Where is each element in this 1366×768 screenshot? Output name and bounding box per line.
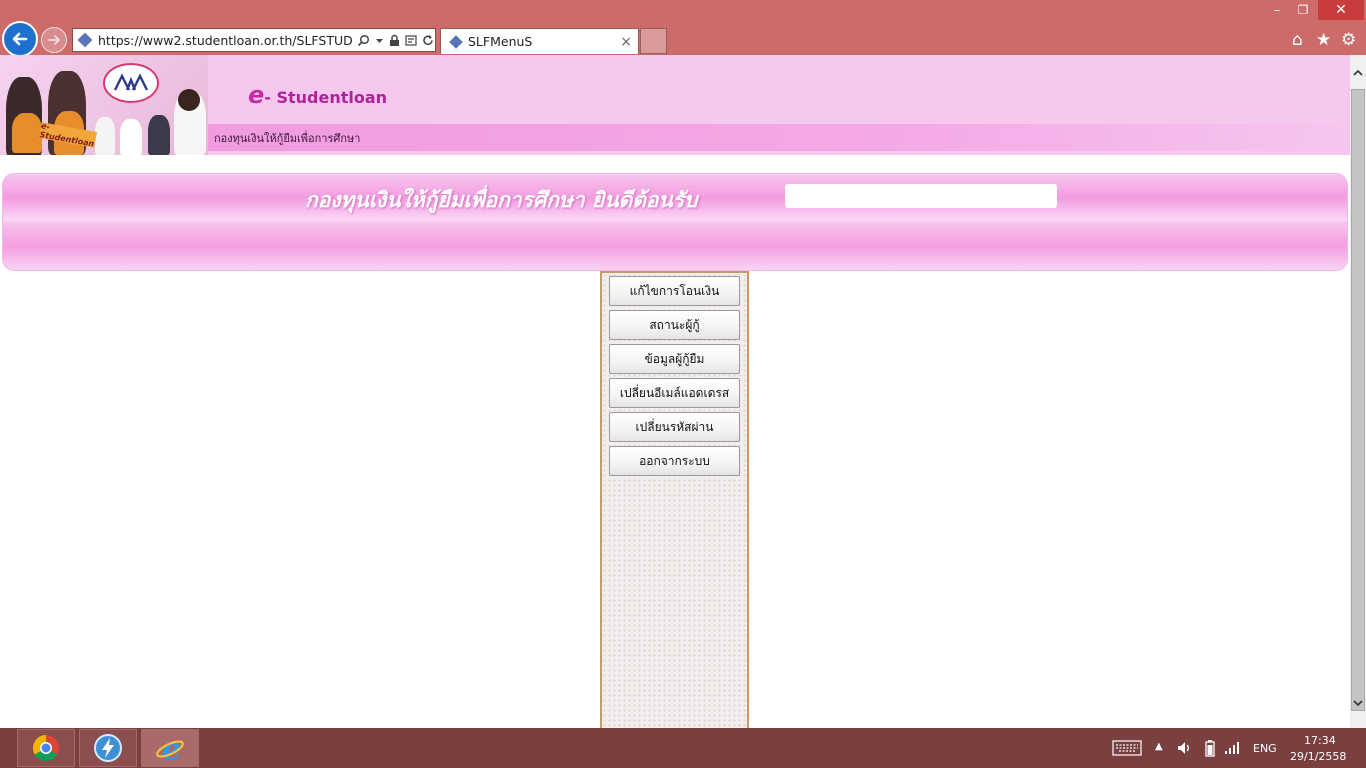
back-arrow-icon: [12, 32, 28, 46]
new-tab-button[interactable]: [640, 28, 667, 54]
student-head: [178, 89, 200, 111]
borrower-info-button[interactable]: ข้อมูลผู้กู้ยืม: [609, 344, 740, 374]
edit-transfer-button[interactable]: แก้ไขการโอนเงิน: [609, 276, 740, 306]
header-band: [205, 124, 1350, 151]
taskbar-chrome-button[interactable]: [17, 729, 75, 767]
site-favicon-icon: [77, 32, 93, 48]
refresh-icon[interactable]: [422, 34, 434, 47]
svg-text:e: e: [162, 733, 181, 763]
windows-taskbar: e ▲ ENG 17:34 29/1/2558: [0, 728, 1366, 768]
scroll-up-icon[interactable]: [1350, 67, 1366, 83]
vertical-scrollbar[interactable]: [1350, 55, 1366, 728]
home-icon[interactable]: ⌂: [1292, 30, 1303, 50]
clock-date[interactable]: 29/1/2558: [1290, 750, 1346, 763]
battery-icon[interactable]: [1205, 739, 1215, 757]
restore-button[interactable]: ❐: [1291, 0, 1315, 20]
scrollbar-thumb[interactable]: [1351, 89, 1365, 711]
close-window-button[interactable]: ✕: [1318, 0, 1364, 20]
tray-expand-icon[interactable]: ▲: [1155, 741, 1163, 752]
tab-slfmenus[interactable]: SLFMenuS ×: [440, 28, 639, 54]
address-bar[interactable]: https://www2.studentloan.or.th/SLFSTUDEN…: [72, 28, 436, 52]
site-subtitle: กองทุนเงินให้กู้ยืมเพื่อการศึกษา: [214, 132, 361, 145]
welcome-text: กองทุนเงินให้กู้ยืมเพื่อการศึกษา ยินดีต้…: [305, 188, 698, 212]
site-title-e: e: [248, 81, 265, 109]
language-indicator[interactable]: ENG: [1253, 742, 1277, 755]
compatibility-view-icon[interactable]: [405, 34, 417, 47]
taskbar-ie-button[interactable]: e: [141, 729, 199, 767]
flash-icon: [94, 734, 122, 762]
logout-button[interactable]: ออกจากระบบ: [609, 446, 740, 476]
tab-close-icon[interactable]: ×: [620, 34, 632, 50]
settings-gear-icon[interactable]: ⚙: [1341, 30, 1356, 50]
keyboard-icon[interactable]: [1112, 740, 1142, 756]
welcome-banner: กองทุนเงินให้กู้ยืมเพื่อการศึกษา ยินดีต้…: [2, 173, 1348, 271]
site-title: e- Studentloan: [248, 81, 387, 109]
slf-logo: [103, 63, 159, 103]
forward-arrow-icon: [48, 35, 61, 45]
forward-button[interactable]: [41, 27, 67, 53]
chrome-icon: [32, 734, 59, 762]
student-figure: [120, 119, 142, 155]
volume-icon[interactable]: [1176, 740, 1192, 756]
clock-time[interactable]: 17:34: [1304, 734, 1336, 747]
student-figure: [95, 117, 115, 155]
redacted-username: [785, 184, 1057, 208]
borrower-status-button[interactable]: สถานะผู้กู้: [609, 310, 740, 340]
student-figure: [148, 115, 170, 155]
change-email-button[interactable]: เปลี่ยนอีเมล์แอดเดรส: [609, 378, 740, 408]
lock-icon[interactable]: [389, 34, 400, 47]
internet-explorer-icon: e: [156, 733, 184, 763]
address-url[interactable]: https://www2.studentloan.or.th/SLFSTUDEN…: [98, 33, 353, 48]
back-button[interactable]: [2, 21, 38, 57]
site-title-rest: - Studentloan: [264, 88, 388, 107]
search-icon[interactable]: [357, 34, 370, 47]
taskbar-flash-button[interactable]: [79, 729, 137, 767]
change-password-button[interactable]: เปลี่ยนรหัสผ่าน: [609, 412, 740, 442]
main-menu: แก้ไขการโอนเงิน สถานะผู้กู้ ข้อมูลผู้กู้…: [600, 271, 749, 728]
dropdown-icon[interactable]: [375, 34, 384, 47]
minimize-button[interactable]: –: [1266, 0, 1288, 20]
tab-favicon-icon: [449, 34, 463, 49]
tab-title: SLFMenuS: [468, 34, 533, 49]
favorites-icon[interactable]: ★: [1316, 30, 1331, 50]
scroll-down-icon[interactable]: [1350, 697, 1366, 713]
header-photo: e-Studentloan: [0, 55, 208, 155]
site-header-banner: e-Studentloan e- Studentloan กองทุนเงินใ…: [0, 55, 1350, 155]
signal-icon[interactable]: [1224, 740, 1240, 756]
slf-logo-icon: [113, 73, 149, 91]
browser-chrome: https://www2.studentloan.or.th/SLFSTUDEN…: [0, 0, 1366, 57]
page-content: e-Studentloan e- Studentloan กองทุนเงินใ…: [0, 55, 1350, 728]
graduation-gown: [12, 113, 42, 153]
